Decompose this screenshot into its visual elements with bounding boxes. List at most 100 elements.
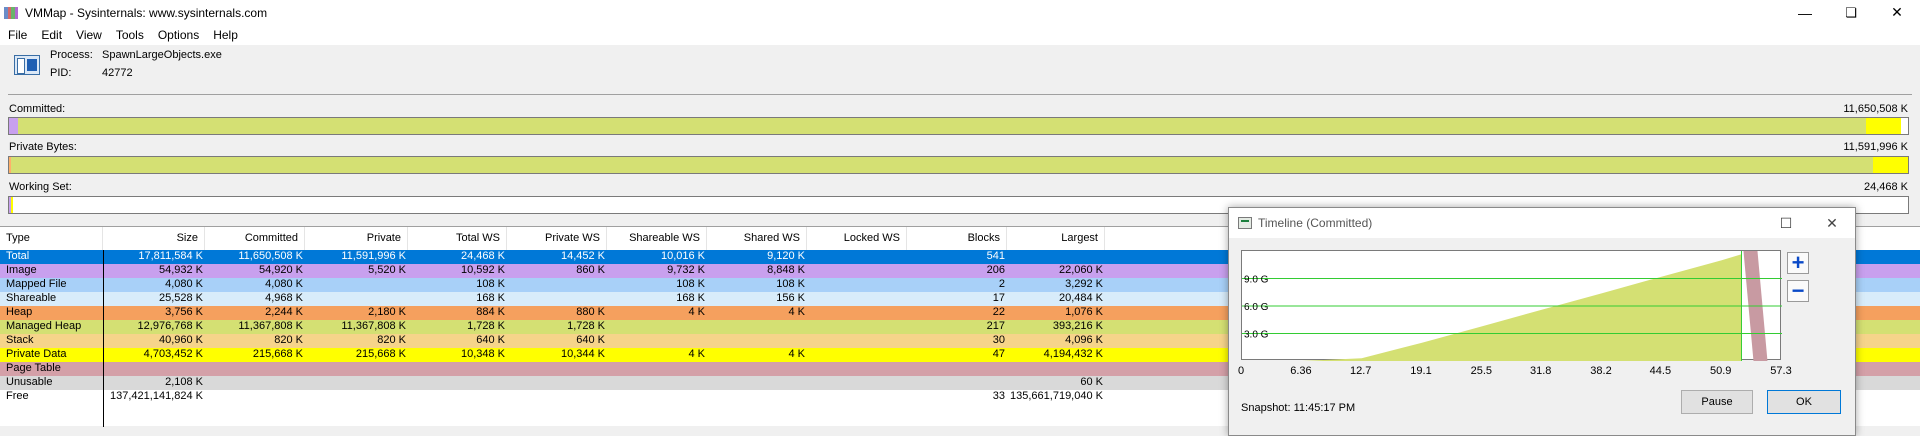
x-tick-label: 50.9 bbox=[1709, 365, 1732, 377]
table-cell: 2 bbox=[998, 278, 1005, 290]
table-cell: 4 K bbox=[688, 306, 705, 318]
column-header-size[interactable]: Size bbox=[103, 227, 205, 250]
working-set-segment bbox=[11, 197, 13, 213]
table-cell: 22 bbox=[992, 306, 1005, 318]
table-cell bbox=[907, 376, 1005, 390]
table-cell: 22,060 K bbox=[1058, 264, 1103, 276]
column-header-locked-ws[interactable]: Locked WS bbox=[807, 227, 907, 250]
column-separator bbox=[103, 250, 104, 427]
table-cell: 541 bbox=[986, 250, 1005, 262]
table-cell: 54,920 K bbox=[258, 264, 303, 276]
table-cell bbox=[408, 362, 505, 376]
table-cell bbox=[607, 320, 705, 334]
table-cell: 880 K bbox=[576, 306, 605, 318]
process-name: SpawnLargeObjects.exe bbox=[102, 49, 222, 61]
timeline-close-button[interactable]: ✕ bbox=[1809, 208, 1855, 238]
x-tick-label: 12.7 bbox=[1349, 365, 1372, 377]
table-cell: 215,668 K bbox=[355, 348, 406, 360]
table-cell: 1,728 K bbox=[467, 320, 505, 332]
table-cell: Page Table bbox=[6, 362, 61, 374]
column-header-shared-ws[interactable]: Shared WS bbox=[707, 227, 807, 250]
table-cell: 20,484 K bbox=[1058, 292, 1103, 304]
timeline-window[interactable]: Timeline (Committed) ☐ ✕ 9.0 G 6.0 G 3.0 G… bbox=[1228, 207, 1856, 436]
committed-value: 11,650,508 K bbox=[1843, 103, 1908, 115]
zoom-in-button[interactable]: + bbox=[1787, 252, 1809, 274]
table-cell bbox=[707, 320, 805, 334]
table-cell: Private Data bbox=[6, 348, 67, 360]
x-tick-label: 25.5 bbox=[1470, 365, 1493, 377]
column-header-total-ws[interactable]: Total WS bbox=[408, 227, 507, 250]
menu-tools[interactable]: Tools bbox=[108, 28, 150, 42]
table-cell: 4,080 K bbox=[265, 278, 303, 290]
table-cell: Image bbox=[6, 264, 37, 276]
table-cell: 860 K bbox=[576, 264, 605, 276]
table-cell bbox=[707, 376, 805, 390]
menu-options[interactable]: Options bbox=[150, 28, 205, 42]
pause-button[interactable]: Pause bbox=[1681, 390, 1753, 414]
table-cell bbox=[607, 362, 705, 376]
timeline-plot[interactable]: 9.0 G 6.0 G 3.0 G bbox=[1241, 250, 1782, 361]
ok-button[interactable]: OK bbox=[1767, 390, 1841, 414]
table-cell: 60 K bbox=[1080, 376, 1103, 388]
table-cell: Mapped File bbox=[6, 278, 67, 290]
column-header-type[interactable]: Type bbox=[0, 227, 103, 250]
table-cell bbox=[205, 376, 303, 390]
table-cell: 168 K bbox=[476, 292, 505, 304]
restore-button[interactable]: ❏ bbox=[1828, 0, 1874, 25]
table-cell: Managed Heap bbox=[6, 320, 82, 332]
private-bytes-label: Private Bytes: bbox=[9, 141, 77, 153]
table-cell: 5,520 K bbox=[368, 264, 406, 276]
table-cell: Shareable bbox=[6, 292, 57, 304]
x-tick-label: 0 bbox=[1237, 365, 1245, 377]
table-cell: 4 K bbox=[688, 348, 705, 360]
table-cell bbox=[807, 334, 905, 348]
table-cell: 17,811,584 K bbox=[138, 250, 203, 262]
y-tick-label: 6.0 G bbox=[1244, 302, 1269, 313]
working-set-label: Working Set: bbox=[9, 181, 72, 193]
process-info: Process: SpawnLargeObjects.exe PID: 4277… bbox=[0, 45, 1920, 90]
table-cell: Heap bbox=[6, 306, 33, 318]
process-icon bbox=[14, 55, 40, 75]
table-cell: 9,120 K bbox=[767, 250, 805, 262]
menu-edit[interactable]: Edit bbox=[33, 28, 68, 42]
table-cell: 820 K bbox=[274, 334, 303, 346]
table-cell: 215,668 K bbox=[252, 348, 303, 360]
table-cell bbox=[1007, 362, 1103, 376]
table-cell: 2,108 K bbox=[165, 376, 203, 388]
table-cell: 4 K bbox=[788, 306, 805, 318]
column-header-private[interactable]: Private bbox=[305, 227, 408, 250]
column-header-private-ws[interactable]: Private WS bbox=[507, 227, 607, 250]
table-cell: 4,194,432 K bbox=[1043, 348, 1103, 360]
table-cell: 47 bbox=[992, 348, 1005, 360]
table-cell: 3,292 K bbox=[1065, 278, 1103, 290]
table-cell: 137,421,141,824 K bbox=[110, 390, 203, 402]
menu-help[interactable]: Help bbox=[205, 28, 244, 42]
column-header-shareable-ws[interactable]: Shareable WS bbox=[607, 227, 707, 250]
table-cell bbox=[807, 320, 905, 334]
column-header-blocks[interactable]: Blocks bbox=[907, 227, 1007, 250]
table-cell bbox=[607, 376, 705, 390]
table-cell: 14,452 K bbox=[560, 250, 605, 262]
table-cell bbox=[305, 362, 406, 376]
table-cell: 135,661,719,040 K bbox=[1010, 390, 1103, 402]
close-button[interactable]: ✕ bbox=[1874, 0, 1920, 25]
table-cell: 12,976,768 K bbox=[137, 320, 203, 332]
table-cell bbox=[205, 390, 303, 404]
table-cell: 156 K bbox=[776, 292, 805, 304]
menu-view[interactable]: View bbox=[68, 28, 108, 42]
timeline-maximize-button[interactable]: ☐ bbox=[1763, 208, 1809, 238]
table-cell bbox=[507, 390, 605, 404]
committed-segment bbox=[1866, 118, 1901, 134]
menu-file[interactable]: File bbox=[0, 28, 33, 42]
private-bytes-segment bbox=[1873, 157, 1908, 173]
x-tick-label: 38.2 bbox=[1590, 365, 1612, 377]
window-title: VMMap - Sysinternals: www.sysinternals.c… bbox=[25, 5, 268, 20]
column-header-largest[interactable]: Largest bbox=[1007, 227, 1105, 250]
zoom-out-button[interactable]: − bbox=[1787, 280, 1809, 302]
table-cell bbox=[807, 250, 905, 264]
vmmap-app-icon bbox=[4, 6, 18, 19]
column-header-committed[interactable]: Committed bbox=[205, 227, 305, 250]
private-bytes-bar bbox=[8, 156, 1909, 174]
table-cell bbox=[1007, 250, 1103, 264]
minimize-button[interactable]: — bbox=[1782, 0, 1828, 25]
